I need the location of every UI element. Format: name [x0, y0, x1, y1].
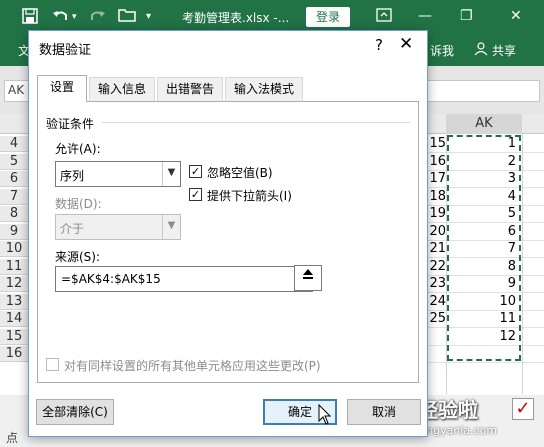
- row-header[interactable]: 13: [0, 294, 28, 310]
- row-header[interactable]: 6: [0, 171, 28, 187]
- help-icon[interactable]: ?: [375, 36, 383, 54]
- dialog-title: 数据验证: [39, 43, 92, 58]
- row-header[interactable]: 12: [0, 276, 28, 292]
- copy-marquee: [447, 135, 521, 361]
- data-select-value: 介于: [60, 222, 85, 236]
- customize-toolbar-icon[interactable]: ▾: [146, 11, 151, 22]
- row-header[interactable]: 5: [0, 154, 28, 170]
- allow-label: 允许(A):: [55, 142, 101, 156]
- settings-panel: 验证条件 允许(A): 序列 ▼ ✓ 忽略空值(B) ✓ 提供下拉箭头(I) 数…: [37, 101, 419, 383]
- source-input[interactable]: =$AK$4:$AK$15: [55, 266, 313, 292]
- window-close-icon[interactable]: ✕: [510, 8, 522, 24]
- login-button[interactable]: 登录: [306, 7, 350, 27]
- group-divider: [102, 122, 410, 123]
- apply-to-all-checkbox[interactable]: [46, 358, 59, 371]
- validation-criteria-heading: 验证条件: [46, 117, 95, 131]
- apply-to-all-label[interactable]: 对有同样设置的所有其他单元格应用这些更改(P): [64, 357, 321, 374]
- data-select: 介于 ▼: [55, 214, 181, 240]
- close-icon[interactable]: ✕: [399, 34, 413, 54]
- clear-all-button[interactable]: 全部清除(C): [36, 399, 114, 425]
- minimize-icon[interactable]: —: [418, 8, 432, 24]
- chevron-down-icon[interactable]: ▼: [162, 162, 180, 186]
- in-cell-dropdown-checkbox[interactable]: ✓: [189, 188, 202, 201]
- excel-title-bar: ▾ ▾ 考勤管理表.xlsx -... 登录 — ❐ ✕: [0, 0, 544, 33]
- collapse-arrow-icon: [303, 269, 313, 279]
- name-box[interactable]: AK: [8, 83, 24, 97]
- row-header[interactable]: 10: [0, 241, 28, 257]
- row-header[interactable]: 9: [0, 224, 28, 240]
- data-label: 数据(D):: [55, 197, 102, 211]
- ribbon-display-icon[interactable]: [376, 8, 392, 26]
- tab-ime-mode[interactable]: 输入法模式: [225, 77, 303, 101]
- share-button[interactable]: 共享: [492, 42, 516, 59]
- status-text: 点: [6, 431, 19, 445]
- restore-icon[interactable]: ❐: [460, 8, 473, 24]
- mouse-cursor-icon: [318, 404, 332, 425]
- allow-select[interactable]: 序列 ▼: [55, 161, 181, 187]
- chevron-down-icon: ▼: [162, 215, 180, 239]
- source-input-value: =$AK$4:$AK$15: [61, 272, 161, 286]
- row-header[interactable]: 11: [0, 259, 28, 275]
- watermark-url: jingyanla.com: [420, 424, 498, 437]
- in-cell-dropdown-label[interactable]: 提供下拉箭头(I): [207, 187, 292, 204]
- data-validation-dialog: 数据验证 ? ✕ 设置 输入信息 出错警告 输入法模式 验证条件 允许(A): …: [28, 30, 428, 437]
- row-header[interactable]: 8: [0, 206, 28, 222]
- collapse-dialog-button[interactable]: [294, 265, 322, 291]
- user-icon[interactable]: [474, 42, 488, 59]
- row-header[interactable]: 4: [0, 136, 28, 152]
- save-icon[interactable]: [22, 8, 38, 28]
- row-header[interactable]: 15: [0, 329, 28, 345]
- tab-settings[interactable]: 设置: [37, 75, 87, 102]
- redo-icon[interactable]: [88, 8, 106, 28]
- column-header-ak[interactable]: AK: [446, 114, 522, 134]
- workbook-title: 考勤管理表.xlsx -...: [182, 11, 290, 25]
- ignore-blank-label[interactable]: 忽略空值(B): [207, 164, 273, 181]
- row-header[interactable]: 16: [0, 346, 28, 362]
- ignore-blank-checkbox[interactable]: ✓: [189, 165, 202, 178]
- allow-select-value: 序列: [60, 169, 85, 183]
- tell-me-box[interactable]: 诉我: [430, 42, 454, 59]
- folder-icon[interactable]: [118, 8, 136, 26]
- row-header[interactable]: 14: [0, 311, 28, 327]
- column-grid-line: [522, 134, 523, 394]
- tab-input-message[interactable]: 输入信息: [89, 77, 155, 101]
- tab-error-alert[interactable]: 出错警告: [157, 77, 223, 101]
- source-label: 来源(S):: [55, 250, 101, 264]
- undo-dropdown-icon[interactable]: ▾: [72, 12, 77, 22]
- cancel-button[interactable]: 取消: [347, 399, 421, 425]
- watermark-check-icon: ✓: [512, 398, 534, 420]
- undo-icon[interactable]: [52, 8, 70, 28]
- row-header[interactable]: 7: [0, 189, 28, 205]
